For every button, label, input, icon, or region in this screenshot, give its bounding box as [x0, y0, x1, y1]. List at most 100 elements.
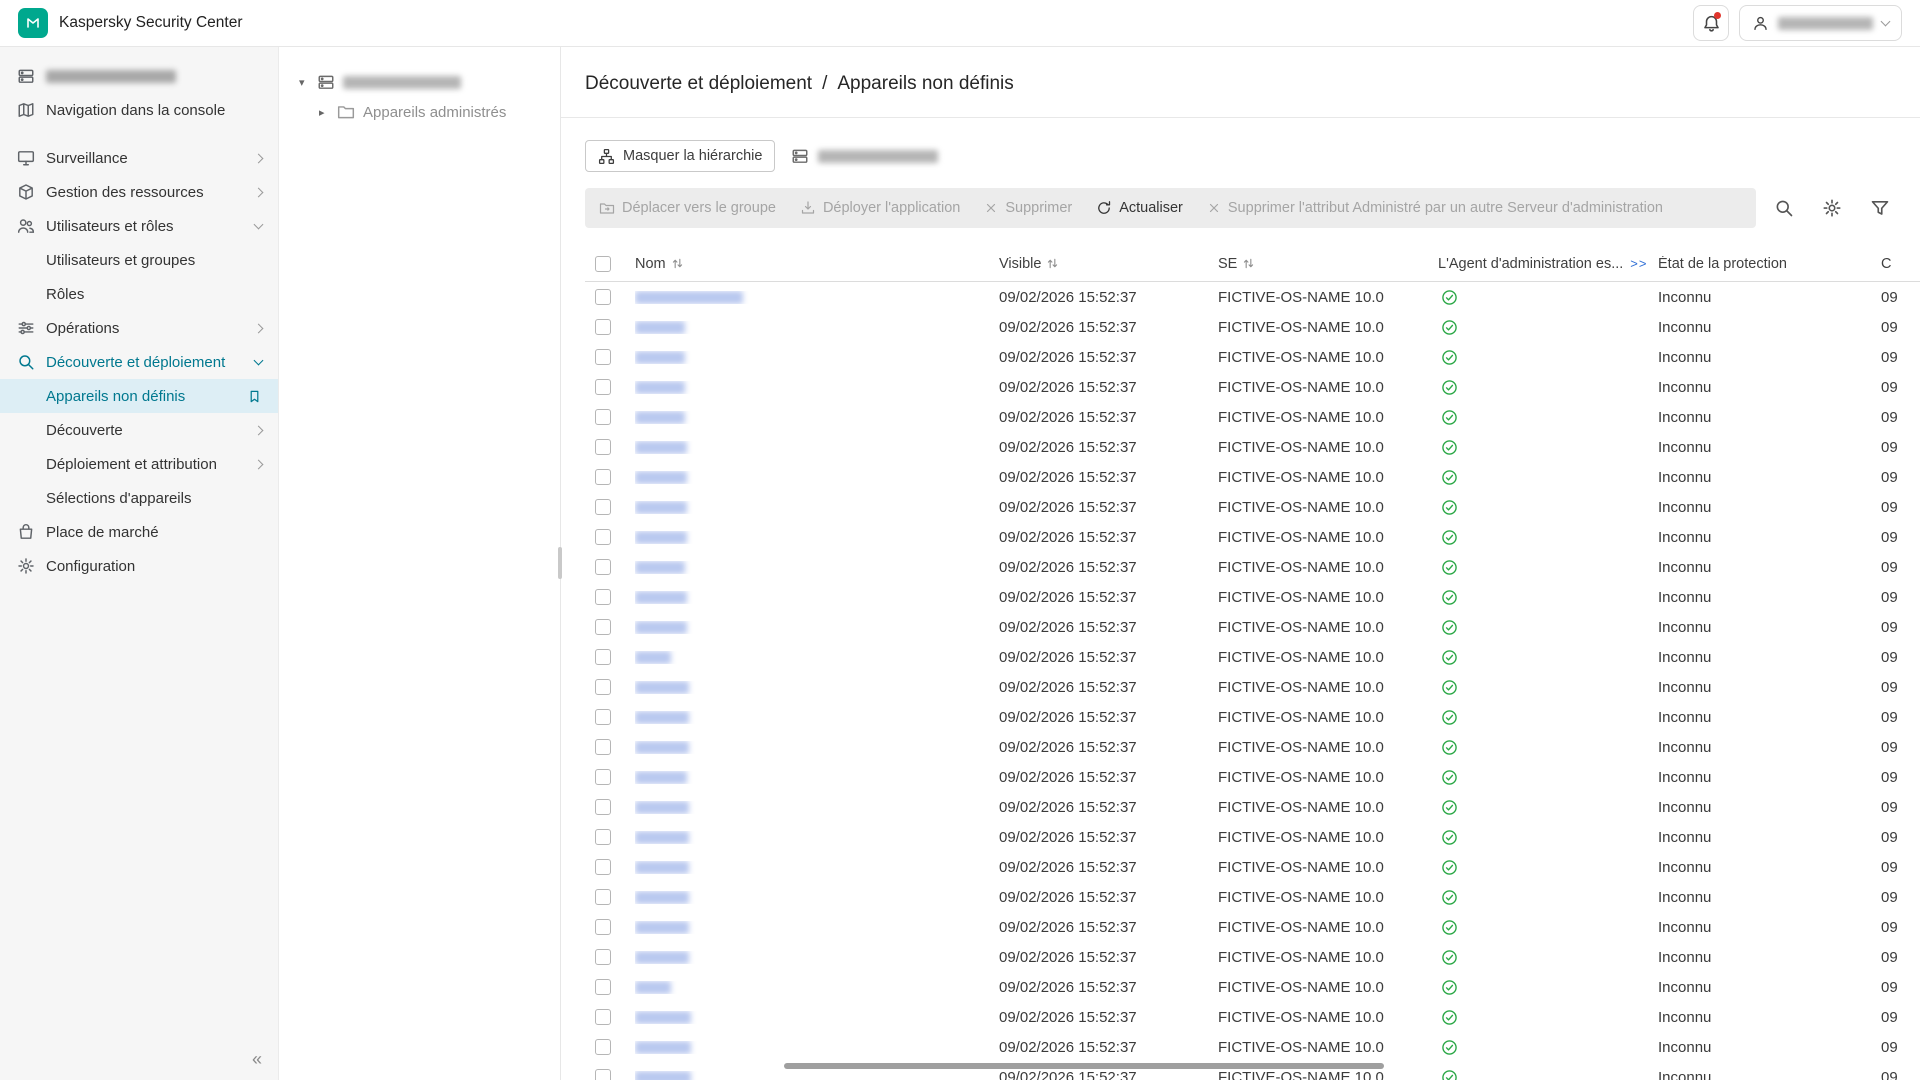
device-name-link[interactable] — [635, 681, 689, 694]
row-checkbox[interactable] — [595, 409, 611, 425]
horizontal-scrollbar[interactable] — [784, 1063, 1384, 1069]
row-checkbox[interactable] — [595, 1009, 611, 1025]
row-checkbox[interactable] — [595, 589, 611, 605]
device-name-link[interactable] — [635, 861, 689, 874]
sidebar-item-server[interactable] — [0, 59, 278, 93]
device-name-link[interactable] — [635, 1071, 691, 1080]
device-name-link[interactable] — [635, 321, 685, 334]
device-name-link[interactable] — [635, 561, 685, 574]
sidebar-item-resources[interactable]: Gestion des ressources — [0, 175, 278, 209]
sidebar-item-deployment-assignment[interactable]: Déploiement et attribution — [0, 447, 278, 481]
user-menu[interactable] — [1739, 5, 1902, 41]
column-expand-link[interactable]: >> — [1630, 256, 1647, 271]
device-name-link[interactable] — [635, 501, 687, 514]
sidebar-item-roles[interactable]: Rôles — [0, 277, 278, 311]
gear-icon[interactable] — [1822, 198, 1842, 218]
column-header-agent[interactable]: L'Agent d'administration es... — [1438, 256, 1623, 272]
row-checkbox[interactable] — [595, 769, 611, 785]
filter-icon[interactable] — [1870, 198, 1890, 218]
device-name-link[interactable] — [635, 351, 685, 364]
breadcrumb-section[interactable]: Découverte et déploiement — [585, 73, 812, 95]
remove-managed-attribute-button[interactable]: Supprimer l'attribut Administré par un a… — [1207, 200, 1663, 216]
device-name-link[interactable] — [635, 831, 689, 844]
tree-node-server[interactable]: ▾ — [299, 67, 560, 97]
sidebar-item-configuration[interactable]: Configuration — [0, 549, 278, 583]
device-name-link[interactable] — [635, 891, 689, 904]
select-all-checkbox[interactable] — [595, 256, 611, 272]
row-checkbox[interactable] — [595, 919, 611, 935]
sort-icon[interactable] — [1046, 257, 1059, 270]
sidebar-item-users-groups[interactable]: Utilisateurs et groupes — [0, 243, 278, 277]
row-checkbox[interactable] — [595, 949, 611, 965]
row-checkbox[interactable] — [595, 289, 611, 305]
device-name-link[interactable] — [635, 981, 671, 994]
device-name-link[interactable] — [635, 411, 685, 424]
column-header-nom[interactable]: Nom — [635, 256, 666, 272]
device-name-link[interactable] — [635, 1011, 691, 1024]
device-name-link[interactable] — [635, 921, 689, 934]
sort-icon[interactable] — [1242, 257, 1255, 270]
tree-node-managed-devices[interactable]: ▸ Appareils administrés — [319, 97, 560, 127]
sidebar-collapse-button[interactable]: « — [252, 1049, 262, 1070]
row-checkbox[interactable] — [595, 1069, 611, 1080]
device-name-link[interactable] — [635, 951, 689, 964]
sidebar-item-surveillance[interactable]: Surveillance — [0, 141, 278, 175]
row-checkbox[interactable] — [595, 499, 611, 515]
row-checkbox[interactable] — [595, 859, 611, 875]
row-checkbox[interactable] — [595, 979, 611, 995]
device-name-link[interactable] — [635, 711, 689, 724]
sidebar-item-console-navigation[interactable]: Navigation dans la console — [0, 93, 278, 127]
device-name-link[interactable] — [635, 651, 671, 664]
row-checkbox[interactable] — [595, 319, 611, 335]
sidebar-item-discovery[interactable]: Découverte — [0, 413, 278, 447]
device-name-link[interactable] — [635, 801, 689, 814]
row-checkbox[interactable] — [595, 469, 611, 485]
row-checkbox[interactable] — [595, 619, 611, 635]
move-to-group-button[interactable]: Déplacer vers le groupe — [599, 200, 776, 216]
device-name-link[interactable] — [635, 441, 687, 454]
sidebar-item-operations[interactable]: Opérations — [0, 311, 278, 345]
notifications-button[interactable] — [1693, 5, 1729, 41]
device-name-link[interactable] — [635, 771, 687, 784]
sort-icon[interactable] — [671, 257, 684, 270]
row-checkbox[interactable] — [595, 739, 611, 755]
row-checkbox[interactable] — [595, 889, 611, 905]
sidebar-item-users-roles[interactable]: Utilisateurs et rôles — [0, 209, 278, 243]
row-checkbox[interactable] — [595, 529, 611, 545]
row-checkbox[interactable] — [595, 559, 611, 575]
row-checkbox[interactable] — [595, 349, 611, 365]
row-checkbox[interactable] — [595, 379, 611, 395]
device-name-link[interactable] — [635, 381, 685, 394]
sidebar-item-undefined-devices[interactable]: Appareils non définis — [0, 379, 278, 413]
row-checkbox[interactable] — [595, 709, 611, 725]
sidebar-item-discovery-deployment[interactable]: Découverte et déploiement — [0, 345, 278, 379]
device-name-link[interactable] — [635, 531, 687, 544]
expander-down-icon[interactable]: ▾ — [299, 76, 309, 89]
delete-button[interactable]: Supprimer — [984, 200, 1072, 216]
agent-installed-check-icon — [1441, 859, 1458, 876]
row-checkbox[interactable] — [595, 829, 611, 845]
row-checkbox[interactable] — [595, 799, 611, 815]
deploy-application-button[interactable]: Déployer l'application — [800, 200, 960, 216]
device-name-link[interactable] — [635, 471, 687, 484]
sidebar-item-device-selections[interactable]: Sélections d'appareils — [0, 481, 278, 515]
row-checkbox[interactable] — [595, 1039, 611, 1055]
protection-status: Inconnu — [1658, 409, 1881, 426]
row-checkbox[interactable] — [595, 649, 611, 665]
expander-right-icon[interactable]: ▸ — [319, 106, 329, 119]
refresh-button[interactable]: Actualiser — [1096, 200, 1183, 216]
device-name-link[interactable] — [635, 1041, 691, 1054]
sidebar-item-marketplace[interactable]: Place de marché — [0, 515, 278, 549]
device-name-link[interactable] — [635, 621, 687, 634]
device-name-link[interactable] — [635, 291, 743, 304]
row-checkbox[interactable] — [595, 439, 611, 455]
device-name-link[interactable] — [635, 741, 689, 754]
column-header-visible[interactable]: Visible — [999, 256, 1041, 272]
column-header-protection[interactable]: État de la protection — [1658, 256, 1787, 272]
search-icon[interactable] — [1774, 198, 1794, 218]
hide-hierarchy-button[interactable]: Masquer la hiérarchie — [585, 140, 775, 172]
column-header-created[interactable]: C — [1881, 256, 1891, 272]
column-header-se[interactable]: SE — [1218, 256, 1237, 272]
row-checkbox[interactable] — [595, 679, 611, 695]
device-name-link[interactable] — [635, 591, 687, 604]
